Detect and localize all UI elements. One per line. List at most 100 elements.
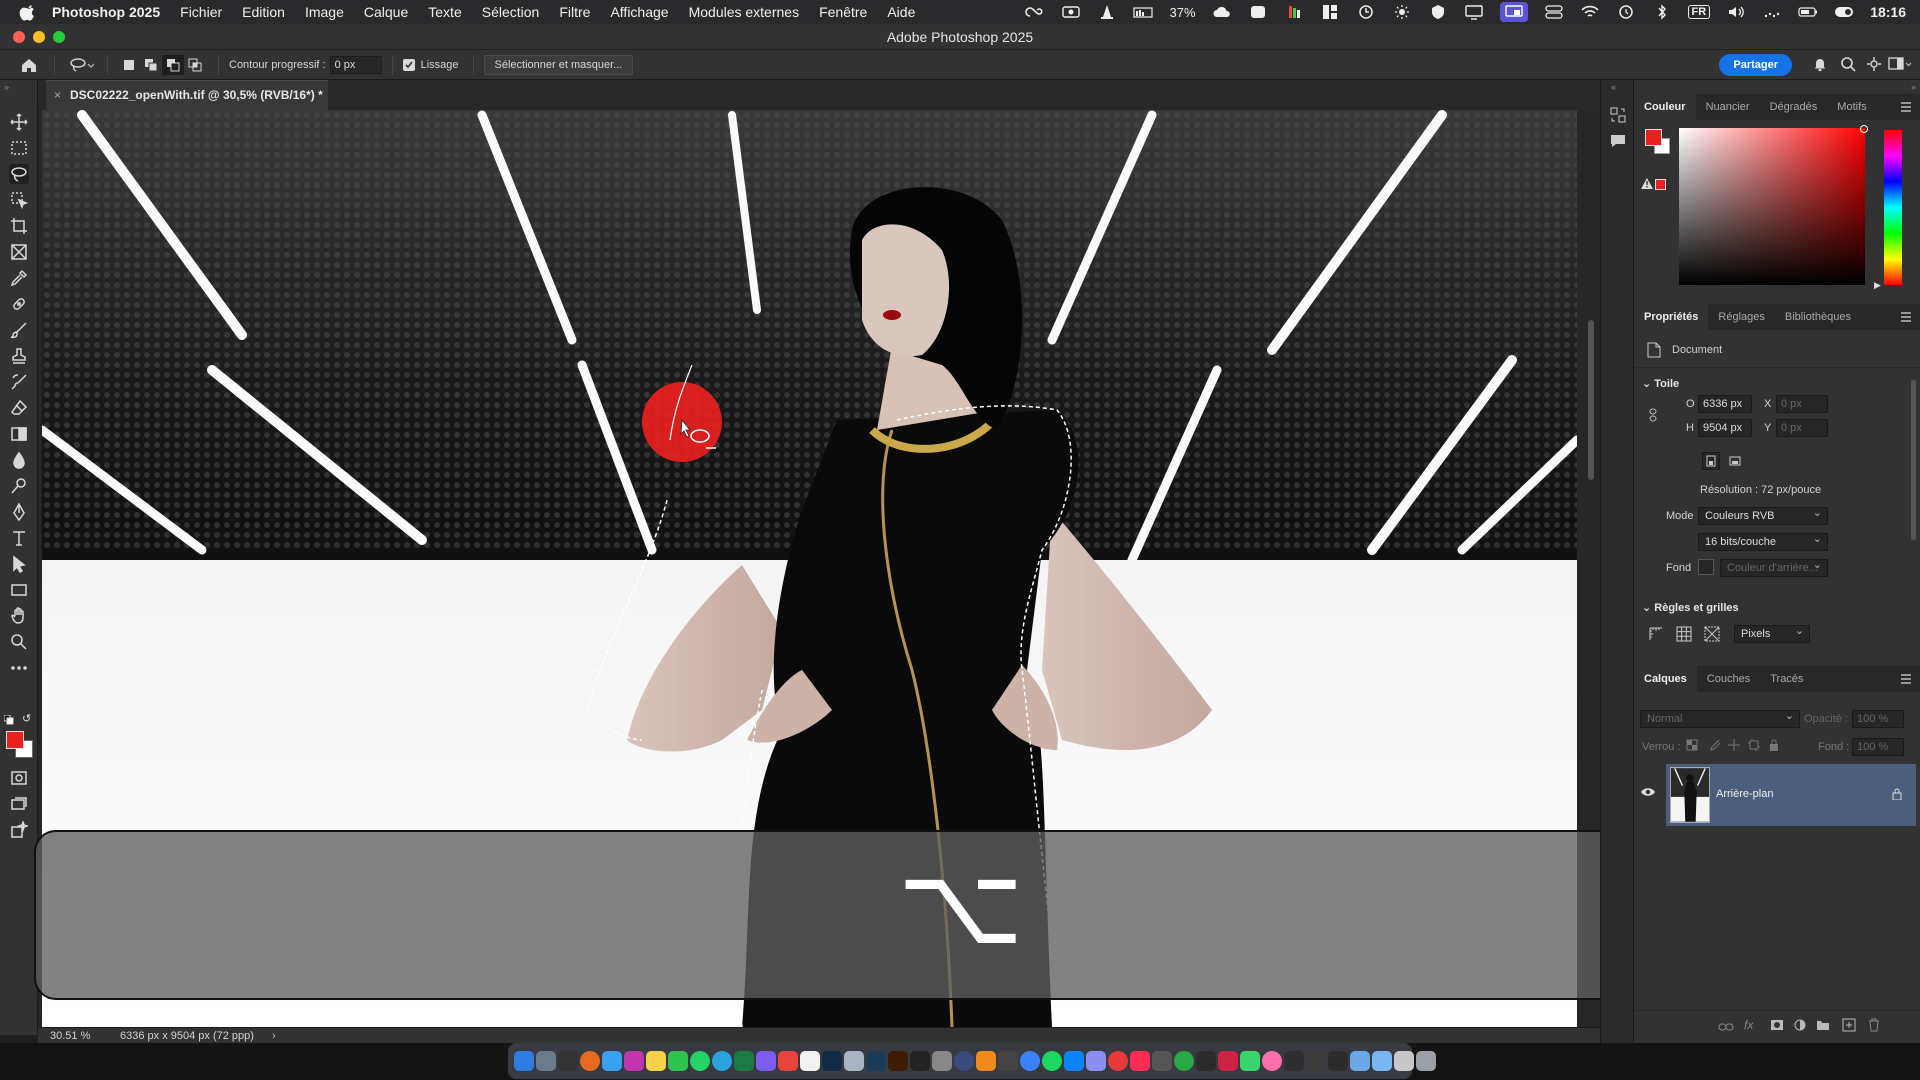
layer-fill-input[interactable]: 100 % <box>1852 738 1904 756</box>
add-selection-icon[interactable] <box>140 58 162 72</box>
file-icon[interactable] <box>1394 1051 1414 1071</box>
screen-record-icon[interactable] <box>1061 4 1081 20</box>
vlc-icon[interactable] <box>976 1051 996 1071</box>
minimize-window-icon[interactable] <box>33 31 45 43</box>
lock-artboard-icon[interactable] <box>1748 739 1760 754</box>
tab-proprietes[interactable]: Propriétés <box>1634 304 1709 330</box>
creative-cloud-icon[interactable] <box>1025 4 1045 20</box>
width-input[interactable]: 6336 px <box>1698 395 1752 413</box>
tab-motifs[interactable]: Motifs <box>1827 94 1876 120</box>
marquee-tool-icon[interactable] <box>9 138 29 158</box>
path-selection-tool-icon[interactable] <box>9 554 29 574</box>
subtract-selection-icon[interactable] <box>162 54 184 75</box>
downloads-folder-icon[interactable] <box>1350 1051 1370 1071</box>
workspace-icon[interactable] <box>1888 56 1912 72</box>
color-mode-select[interactable]: Couleurs RVB <box>1698 505 1828 525</box>
system-settings-icon[interactable] <box>932 1051 952 1071</box>
app-name-menu[interactable]: Photoshop 2025 <box>52 4 160 20</box>
select-and-mask-button[interactable]: Sélectionner et masquer... <box>483 54 634 75</box>
search-icon[interactable] <box>1840 56 1856 72</box>
lock-position-icon[interactable] <box>1728 739 1740 754</box>
discover-icon[interactable] <box>1866 56 1882 72</box>
comments-icon[interactable] <box>1609 132 1627 153</box>
app-pink-icon[interactable] <box>1262 1051 1282 1071</box>
app-white-icon[interactable] <box>800 1051 820 1071</box>
lock-all-icon[interactable] <box>1768 739 1780 754</box>
new-group-icon[interactable] <box>1816 1019 1830 1034</box>
ruler-units-select[interactable]: Pixels <box>1734 623 1810 643</box>
lasso-preset-icon[interactable] <box>67 55 97 75</box>
bell-icon[interactable] <box>1812 56 1828 72</box>
lock-transparency-icon[interactable] <box>1686 739 1698 754</box>
close-window-icon[interactable] <box>13 31 25 43</box>
ruler-icon[interactable] <box>1648 626 1664 645</box>
zoom-level[interactable]: 30.51 % <box>50 1030 110 1042</box>
x-input[interactable]: 0 px <box>1776 395 1828 413</box>
tab-reglages[interactable]: Réglages <box>1708 304 1774 330</box>
zoom-tool-icon[interactable] <box>9 632 29 652</box>
volume-icon[interactable] <box>1726 4 1746 20</box>
hue-slider-handle[interactable]: ▶ <box>1874 280 1881 291</box>
app-dark-icon[interactable] <box>998 1051 1018 1071</box>
move-tool-icon[interactable] <box>9 112 29 132</box>
trash-icon[interactable] <box>1416 1051 1436 1071</box>
whatsapp-icon[interactable] <box>690 1051 710 1071</box>
shield-check-icon[interactable] <box>1428 4 1448 20</box>
layer-visibility-eye-icon[interactable] <box>1640 786 1656 801</box>
frame-tool-icon[interactable] <box>9 242 29 262</box>
tab-traces[interactable]: Tracés <box>1760 666 1813 692</box>
swap-colors-icon[interactable]: ↺ <box>22 712 34 725</box>
portrait-orientation-icon[interactable] <box>1702 452 1720 470</box>
type-tool-icon[interactable] <box>9 528 29 548</box>
share-button[interactable]: Partager <box>1719 54 1792 76</box>
panel-menu-icon[interactable] <box>1900 674 1912 684</box>
expand-strip-icon[interactable]: « <box>1611 82 1616 92</box>
documents-folder-icon[interactable] <box>1372 1051 1392 1071</box>
gamut-color-swatch[interactable] <box>1655 179 1666 190</box>
brush-tool-icon[interactable] <box>9 320 29 340</box>
menu-edition[interactable]: Edition <box>242 4 285 20</box>
menu-modules-externes[interactable]: Modules externes <box>689 4 800 20</box>
new-selection-icon[interactable] <box>118 59 140 71</box>
lasso-tool-icon[interactable] <box>9 164 29 184</box>
color-panel-foreground-swatch[interactable] <box>1645 129 1662 146</box>
panel-menu-icon[interactable] <box>1900 312 1912 322</box>
collapse-toolbar-icon[interactable]: » <box>4 82 9 92</box>
brightness-icon[interactable] <box>1392 4 1412 20</box>
intersect-selection-icon[interactable] <box>184 58 206 72</box>
firefox-icon[interactable] <box>580 1051 600 1071</box>
wifi-icon[interactable] <box>1580 4 1600 20</box>
input-source[interactable]: FR <box>1687 5 1711 19</box>
home-icon[interactable] <box>18 55 40 75</box>
display-icon[interactable] <box>1464 4 1484 20</box>
link-dimensions-icon[interactable] <box>1648 408 1658 425</box>
menu-fichier[interactable]: Fichier <box>180 4 222 20</box>
document-tab[interactable]: × DSC02222_openWith.tif @ 30,5% (RVB/16*… <box>46 80 328 110</box>
tab-degrades[interactable]: Dégradés <box>1760 94 1828 120</box>
color-picker-field[interactable] <box>1679 125 1868 285</box>
rulers-section-header[interactable]: ⌄ Règles et grilles <box>1642 601 1739 614</box>
bluetooth-icon[interactable] <box>1652 4 1672 20</box>
adjustment-layer-icon[interactable] <box>1794 1019 1806 1034</box>
illustrator-icon[interactable] <box>888 1051 908 1071</box>
height-input[interactable]: 9504 px <box>1698 419 1752 437</box>
new-layer-icon[interactable] <box>1842 1018 1856 1035</box>
zoom-window-icon[interactable] <box>53 31 65 43</box>
mail-icon[interactable] <box>602 1051 622 1071</box>
tab-bibliotheques[interactable]: Bibliothèques <box>1775 304 1861 330</box>
menu-image[interactable]: Image <box>305 4 344 20</box>
gradient-tool-icon[interactable] <box>9 424 29 444</box>
memory-icon[interactable] <box>1133 4 1154 20</box>
menu-selection[interactable]: Sélection <box>482 4 540 20</box>
fill-color-swatch[interactable] <box>1698 559 1714 575</box>
screen-mirroring-icon[interactable] <box>1499 2 1528 22</box>
rectangle-tool-icon[interactable] <box>9 580 29 600</box>
photoshop-dock-icon[interactable] <box>822 1051 842 1071</box>
app-black-icon[interactable] <box>1196 1051 1216 1071</box>
safari-icon[interactable] <box>1020 1051 1040 1071</box>
eraser-tool-icon[interactable] <box>9 398 29 418</box>
app-red-round-icon[interactable] <box>1108 1051 1128 1071</box>
menu-calque[interactable]: Calque <box>364 4 408 20</box>
color-picker-handle[interactable] <box>1860 125 1868 133</box>
tab-couches[interactable]: Couches <box>1697 666 1760 692</box>
